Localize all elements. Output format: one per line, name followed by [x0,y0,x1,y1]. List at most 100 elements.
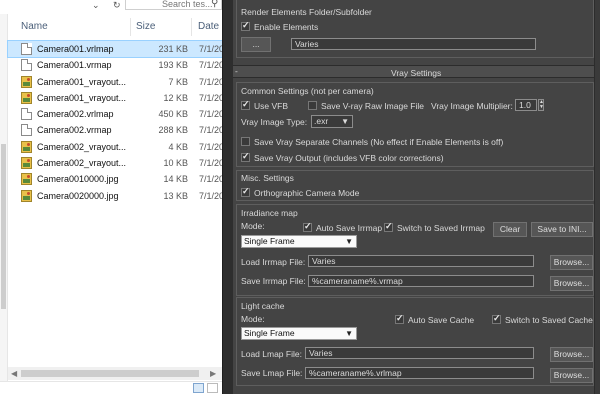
scrollbar-thumb[interactable] [21,370,199,377]
column-header-name[interactable]: Name [21,21,48,32]
auto-save-cache-label: Auto Save Cache [408,315,475,325]
refresh-icon[interactable]: ↻ [113,0,121,10]
load-lmap-field[interactable]: Varies [305,347,534,359]
multiplier-input[interactable]: 1.0 [515,99,537,111]
list-item[interactable]: Camera002.vrlmap 450 KB 7/1/20 [8,106,222,122]
vray-settings-rollout-header[interactable]: - Vray Settings [233,65,594,78]
switch-saved-cache-checkbox[interactable] [492,313,501,324]
chevron-down-icon: ▼ [341,117,349,126]
file-date: 7/1/20 [199,125,222,136]
list-item[interactable]: Camera001_vrayout... 7 KB 7/1/20 [8,74,222,90]
file-explorer-pane: ⌄ ↻ Search tes... ⚲ Name Size Date Camer… [0,0,222,394]
file-size: 13 KB [163,190,188,201]
irradiance-mode-value: Single Frame [244,236,295,246]
save-lmap-browse-button[interactable]: Browse... [550,368,593,383]
load-irrmap-browse-button[interactable]: Browse... [550,255,593,270]
load-lmap-browse-button[interactable]: Browse... [550,347,593,362]
save-irrmap-browse-button[interactable]: Browse... [550,276,593,291]
search-icon[interactable]: ⚲ [211,0,218,9]
file-date: 7/1/20 [199,92,222,103]
orthographic-camera-checkbox[interactable] [241,186,250,197]
search-input[interactable]: Search tes... ⚲ [125,0,222,10]
switch-saved-cache-label: Switch to Saved Cache [505,315,593,325]
irradiance-map-group: Irradiance map Mode: Auto Save Irrmap Sw… [236,204,594,296]
file-date: 7/1/20 [199,60,222,71]
list-item[interactable]: Camera001.vrmap 193 KB 7/1/20 [8,57,222,73]
auto-save-cache-checkbox[interactable] [395,313,404,324]
light-cache-title: Light cache [241,301,285,311]
nav-pane-edge [0,14,8,394]
column-divider[interactable] [130,18,131,36]
save-raw-checkbox[interactable] [308,101,317,110]
status-bar [0,381,222,394]
jpg-image-icon [21,173,32,186]
list-item[interactable]: Camera002.vrmap 288 KB 7/1/20 [8,122,222,138]
use-vfb-checkbox[interactable] [241,99,250,110]
nav-pane-scrollbar[interactable] [1,144,6,309]
list-item[interactable]: Camera002_vrayout... 4 KB 7/1/20 [8,139,222,155]
file-icon [21,124,32,137]
misc-settings-group: Misc. Settings Orthographic Camera Mode [236,170,594,201]
large-icons-view-icon[interactable] [207,383,218,393]
elements-path-field[interactable]: Varies [291,38,536,50]
auto-save-irrmap-checkbox[interactable] [303,221,312,232]
file-name: Camera001_vrayout... [37,76,127,87]
file-date: 7/1/20 [199,174,222,185]
list-item[interactable]: Camera002_vrayout... 10 KB 7/1/20 [8,155,222,171]
light-cache-mode-dropdown[interactable]: Single Frame ▼ [241,327,357,340]
file-name: Camera0010000.jpg [37,174,119,185]
save-lmap-label: Save Lmap File: [241,368,303,378]
file-name: Camera001.vrmap [37,60,112,71]
common-settings-group: Common Settings (not per camera) Use VFB… [236,82,594,167]
list-item[interactable]: Camera0010000.jpg 14 KB 7/1/20 [8,171,222,187]
image-type-value: .exr [314,116,329,126]
column-divider[interactable] [191,18,192,36]
list-item[interactable]: Camera001.vrlmap 231 KB 7/1/20 [7,39,222,59]
save-separate-channels-checkbox[interactable] [241,137,250,146]
rollout-collapse-icon[interactable]: - [235,66,238,76]
horizontal-scrollbar[interactable]: ◀ ▶ [8,367,222,380]
search-placeholder: Search tes... [162,0,213,9]
clear-irrmap-button[interactable]: Clear [493,222,527,237]
render-elements-group: Render Elements Folder/Subfolder Enable … [236,0,594,58]
load-irrmap-field[interactable]: Varies [308,255,534,267]
explorer-toolbar: ⌄ ↻ Search tes... ⚲ [0,0,222,14]
list-item[interactable]: Camera001_vrayout... 12 KB 7/1/20 [8,90,222,106]
jpg-image-icon [21,91,32,104]
panel-scrollbar[interactable] [594,0,600,394]
image-type-dropdown[interactable]: .exr ▼ [311,115,353,128]
render-elements-title: Render Elements Folder/Subfolder [241,7,372,17]
switch-saved-irrmap-checkbox[interactable] [384,221,393,232]
file-name: Camera002.vrlmap [37,109,114,120]
multiplier-spinner[interactable]: ▲ ▼ [538,99,544,111]
scroll-right-icon[interactable]: ▶ [210,367,216,380]
details-view-icon[interactable] [193,383,204,393]
vray-settings-title: Vray Settings [391,68,442,78]
switch-saved-irrmap-label: Switch to Saved Irrmap [397,223,485,233]
file-size: 7 KB [168,76,188,87]
file-name: Camera001.vrlmap [37,44,114,54]
irradiance-mode-dropdown[interactable]: Single Frame ▼ [241,235,357,248]
use-vfb-label: Use VFB [254,101,289,111]
save-vray-output-checkbox[interactable] [241,151,250,162]
jpg-image-icon [21,157,32,170]
column-header-date[interactable]: Date [198,21,219,32]
save-lmap-field[interactable]: %cameraname%.vrlmap [305,367,534,379]
auto-save-irrmap-label: Auto Save Irrmap [316,223,383,233]
elements-folder-browse-button[interactable]: ... [241,37,271,52]
save-to-ini-button[interactable]: Save to INI... [531,222,593,237]
list-item[interactable]: Camera0020000.jpg 13 KB 7/1/20 [8,188,222,204]
window-divider [222,0,233,394]
file-name: Camera0020000.jpg [37,190,119,201]
save-irrmap-field[interactable]: %cameraname%.vrmap [308,275,534,287]
save-irrmap-label: Save Irrmap File: [241,276,306,286]
file-date: 7/1/20 [199,190,222,201]
irradiance-map-title: Irradiance map [241,208,298,218]
chevron-down-icon[interactable]: ⌄ [92,0,100,10]
misc-settings-title: Misc. Settings [241,173,294,183]
column-header-size[interactable]: Size [136,21,155,32]
file-size: 193 KB [158,60,188,71]
file-icon [21,43,32,55]
scroll-left-icon[interactable]: ◀ [11,367,17,380]
enable-elements-checkbox[interactable] [241,20,250,31]
